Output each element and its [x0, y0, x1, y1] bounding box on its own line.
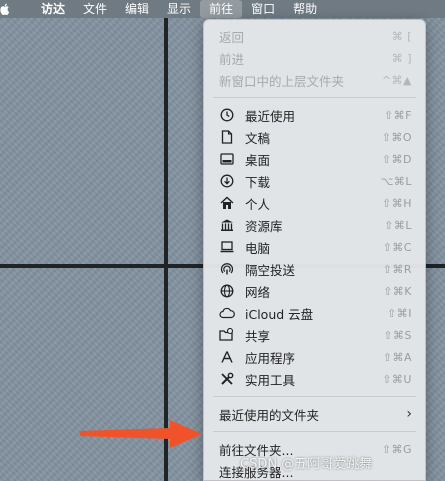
- menu-item-label: 个人: [245, 196, 271, 212]
- home-icon: [219, 195, 235, 211]
- menubar-help[interactable]: 帮助: [284, 0, 326, 18]
- menu-item-shortcut: ⇧⌘C: [382, 240, 412, 254]
- menubar-finder[interactable]: 访达: [32, 0, 74, 18]
- airdrop-icon: [219, 261, 235, 277]
- menu-item-shortcut: ⇧⌘I: [387, 306, 412, 320]
- menu-item-airdrop[interactable]: 隔空投送 ⇧⌘R: [204, 258, 425, 280]
- menu-item-label: 桌面: [245, 152, 271, 168]
- cloud-icon: [219, 305, 235, 321]
- menu-item-recent-folders[interactable]: 最近使用的文件夹 ›: [204, 403, 425, 425]
- menu-bar: 访达 文件 编辑 显示 前往 窗口 帮助: [0, 0, 445, 18]
- tile-seam-vertical: [164, 18, 168, 481]
- menu-item-shortcut: ⇧⌘F: [383, 108, 412, 122]
- menu-item-icloud-drive[interactable]: iCloud 云盘 ⇧⌘I: [204, 302, 425, 324]
- menu-separator: [213, 97, 416, 98]
- computer-icon: [219, 239, 235, 255]
- menu-item-label: 共享: [245, 328, 271, 344]
- menubar-view[interactable]: 显示: [158, 0, 200, 18]
- menu-item-network[interactable]: 网络 ⇧⌘K: [204, 280, 425, 302]
- menu-item-label: 电脑: [245, 240, 271, 256]
- menu-item-label: 前进: [219, 51, 245, 67]
- menu-item-shortcut: ⇧⌘A: [382, 350, 412, 364]
- menu-item-label: 实用工具: [245, 372, 296, 388]
- menu-item-shortcut: ⇧⌘S: [383, 328, 412, 342]
- menu-item-documents[interactable]: 文稿 ⇧⌘O: [204, 126, 425, 148]
- menu-item-shortcut: ^⌘▲: [381, 73, 412, 87]
- menu-item-shortcut: ⌥⌘L: [380, 174, 412, 188]
- menu-item-library[interactable]: 资源库 ⇧⌘L: [204, 214, 425, 236]
- menubar-window[interactable]: 窗口: [242, 0, 284, 18]
- menu-item-label: 返回: [219, 29, 245, 45]
- menu-item-label: 新窗口中的上层文件夹: [219, 73, 345, 89]
- library-icon: [219, 217, 235, 233]
- globe-icon: [219, 283, 235, 299]
- shared-folder-icon: [219, 327, 235, 343]
- menu-item-applications[interactable]: 应用程序 ⇧⌘A: [204, 346, 425, 368]
- menu-item-label: 最近使用: [245, 108, 296, 124]
- document-icon: [219, 129, 235, 145]
- chevron-right-icon: ›: [406, 406, 412, 422]
- utilities-icon: [219, 371, 235, 387]
- menu-item-recents[interactable]: 最近使用 ⇧⌘F: [204, 104, 425, 126]
- menu-item-label: 资源库: [245, 218, 283, 234]
- menu-item-shortcut: ⇧⌘G: [381, 442, 412, 456]
- menu-item-label: 文稿: [245, 130, 271, 146]
- menu-item-label: iCloud 云盘: [245, 306, 314, 322]
- menubar-edit[interactable]: 编辑: [116, 0, 158, 18]
- menu-item-label: 应用程序: [245, 350, 296, 366]
- watermark: CSDN @五阿哥爱跳舞: [240, 457, 373, 472]
- menu-item-enclosing-folder[interactable]: 新窗口中的上层文件夹 ^⌘▲: [204, 69, 425, 91]
- menu-separator: [213, 431, 416, 432]
- menu-item-computer[interactable]: 电脑 ⇧⌘C: [204, 236, 425, 258]
- clock-icon: [219, 107, 235, 123]
- download-icon: [219, 173, 235, 189]
- menu-item-shortcut: ⇧⌘R: [382, 262, 412, 276]
- apple-icon[interactable]: [0, 2, 12, 16]
- menu-item-shortcut: ⌘ [: [391, 29, 412, 43]
- menu-item-shared[interactable]: 共享 ⇧⌘S: [204, 324, 425, 346]
- menubar-go[interactable]: 前往: [200, 0, 243, 18]
- menu-item-label: 网络: [245, 284, 271, 300]
- menu-item-label: 隔空投送: [245, 262, 296, 278]
- menu-item-shortcut: ⇧⌘K: [383, 284, 412, 298]
- menu-item-label: 最近使用的文件夹: [219, 407, 320, 423]
- menu-item-shortcut: ⇧⌘U: [382, 372, 412, 386]
- menu-item-shortcut: ⌘ ]: [391, 51, 412, 65]
- menu-item-shortcut: ⇧⌘H: [382, 196, 412, 210]
- menu-item-shortcut: ⇧⌘D: [381, 152, 412, 166]
- menu-item-shortcut: ⇧⌘L: [384, 218, 412, 232]
- applications-icon: [219, 349, 235, 365]
- go-menu: 返回 ⌘ [ 前进 ⌘ ] 新窗口中的上层文件夹 ^⌘▲ 最近使用 ⇧⌘F 文稿…: [203, 19, 426, 481]
- menu-item-downloads[interactable]: 下载 ⌥⌘L: [204, 170, 425, 192]
- desktop-icon: [219, 151, 235, 167]
- menu-item-desktop[interactable]: 桌面 ⇧⌘D: [204, 148, 425, 170]
- menu-item-back[interactable]: 返回 ⌘ [: [204, 25, 425, 47]
- menu-item-label: 下载: [245, 174, 271, 190]
- menu-item-shortcut: ⇧⌘O: [381, 130, 412, 144]
- menubar-file[interactable]: 文件: [74, 0, 116, 18]
- menu-separator: [213, 396, 416, 397]
- menu-item-home[interactable]: 个人 ⇧⌘H: [204, 192, 425, 214]
- menu-item-forward[interactable]: 前进 ⌘ ]: [204, 47, 425, 69]
- menu-item-utilities[interactable]: 实用工具 ⇧⌘U: [204, 368, 425, 390]
- annotation-arrow-icon: [80, 420, 202, 448]
